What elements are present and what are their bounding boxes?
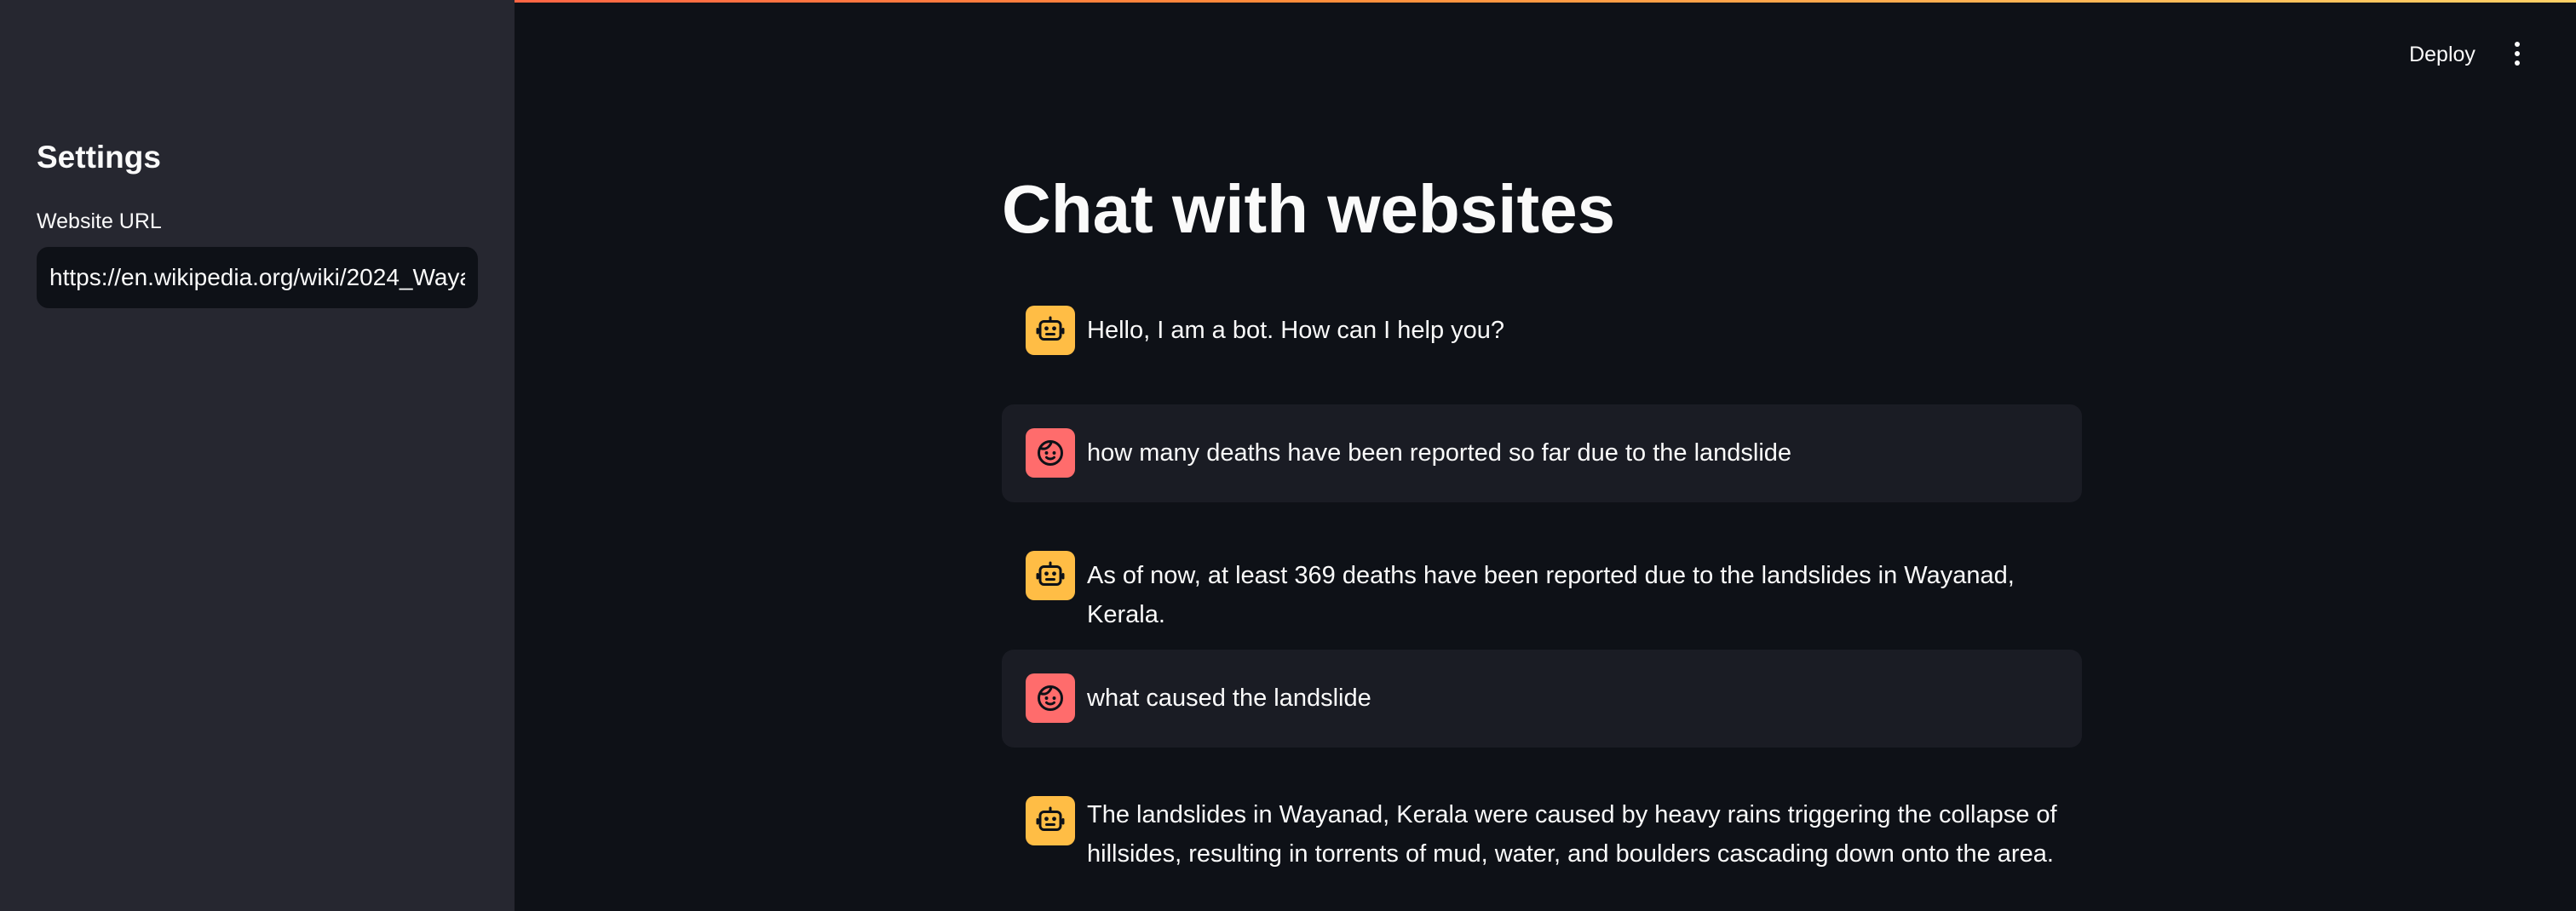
face-icon <box>1026 428 1075 478</box>
message-text: Hello, I am a bot. How can I help you? <box>1087 317 1505 344</box>
website-url-input[interactable] <box>37 247 478 308</box>
message-text: As of now, at least 369 deaths have been… <box>1087 562 2015 628</box>
sidebar: Settings Website URL <box>0 0 515 911</box>
more-vertical-icon[interactable] <box>2504 34 2530 73</box>
chat-message-user: how many deaths have been reported so fa… <box>1002 404 2082 502</box>
message-text: The landslides in Wayanad, Kerala were c… <box>1087 801 2057 868</box>
chat-message-bot: As of now, at least 369 deaths have been… <box>1002 540 2082 628</box>
robot-icon <box>1026 306 1075 355</box>
message-text: what caused the landslide <box>1087 685 1371 712</box>
robot-icon <box>1026 796 1075 845</box>
page-title: Chat with websites <box>1002 171 1616 247</box>
sidebar-title: Settings <box>37 140 161 175</box>
deploy-button[interactable]: Deploy <box>2395 37 2489 72</box>
website-url-label: Website URL <box>37 209 162 233</box>
chat-message-bot: The landslides in Wayanad, Kerala were c… <box>1002 785 2082 904</box>
chat-message-bot: Hello, I am a bot. How can I help you? <box>1002 295 2082 366</box>
face-icon <box>1026 673 1075 723</box>
robot-icon <box>1026 551 1075 600</box>
chat-message-user: what caused the landslide <box>1002 650 2082 748</box>
message-text: how many deaths have been reported so fa… <box>1087 439 1792 467</box>
